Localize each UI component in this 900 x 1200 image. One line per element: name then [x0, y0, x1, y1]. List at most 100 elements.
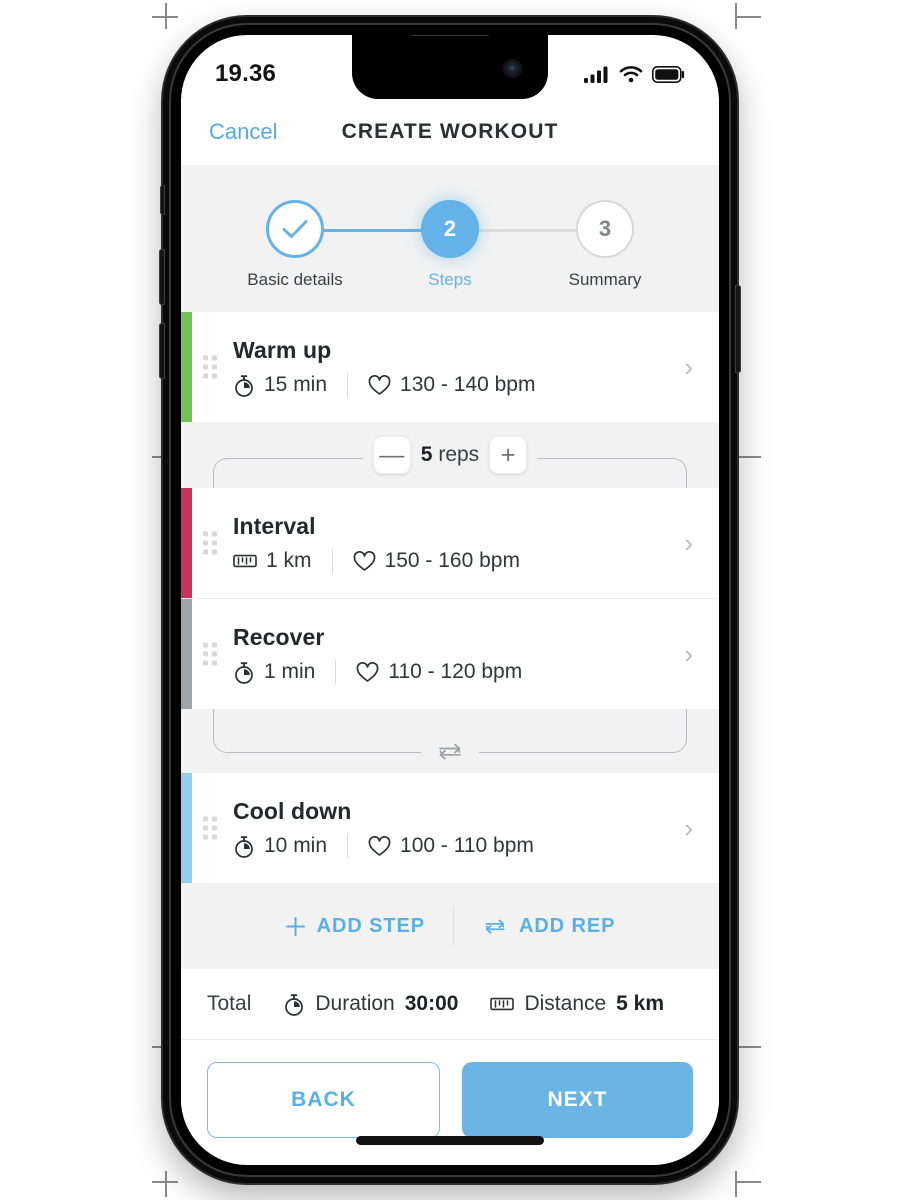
phone-screen: 19.36 Cancel CREATE WORKOUT Basic detail…: [181, 35, 719, 1165]
meta-divider: [331, 549, 333, 573]
workout-step-list: Warm up 15 min 130 - 140 bpm › — 5 reps …: [181, 312, 719, 1138]
step-heartrate-value: 110 - 120 bpm: [388, 660, 523, 683]
back-button[interactable]: BACK: [207, 1062, 440, 1138]
step-heartrate-value: 100 - 110 bpm: [400, 834, 534, 857]
status-time: 19.36: [215, 60, 277, 87]
step-title: Cool down: [233, 798, 352, 824]
heart-icon: [353, 550, 376, 572]
stepper-step-basic-details[interactable]: Basic details: [225, 195, 365, 290]
step-accent-bar: [181, 312, 192, 422]
add-rep-label: ADD REP: [519, 914, 616, 937]
heart-icon: [368, 374, 391, 396]
status-icons: [584, 65, 685, 83]
stepper-label-summary: Summary: [568, 270, 642, 289]
cellular-signal-icon: [584, 65, 610, 83]
drag-handle-icon[interactable]: [203, 816, 217, 840]
crop-mark: [735, 1181, 761, 1183]
meta-divider: [335, 660, 337, 684]
drag-handle-icon[interactable]: [203, 531, 217, 555]
step-duration-value: 15 min: [264, 373, 328, 396]
step-indicator-active: 2: [421, 200, 479, 258]
drag-handle-icon[interactable]: [203, 642, 217, 666]
footer-actions: BACK NEXT: [181, 1039, 719, 1138]
step-heartrate-value: 130 - 140 bpm: [400, 373, 536, 396]
step-title: Interval: [233, 513, 316, 539]
crop-mark: [165, 3, 167, 29]
total-distance-value: 5 km: [616, 992, 665, 1015]
earpiece-speaker: [408, 35, 492, 36]
step-accent-bar: [181, 773, 192, 883]
stopwatch-icon: [233, 835, 255, 858]
progress-stepper: Basic details 2 Steps 3 Summary: [181, 165, 719, 312]
step-heartrate-value: 150 - 160 bpm: [384, 549, 520, 572]
ruler-icon: [490, 996, 515, 1012]
check-icon: [282, 220, 308, 238]
rep-increment-button[interactable]: +: [489, 436, 528, 474]
meta-divider: [347, 373, 349, 397]
total-duration-label: Duration: [315, 992, 395, 1015]
total-duration-value: 30:00: [404, 992, 459, 1015]
ruler-icon: [233, 553, 257, 569]
crop-mark: [735, 1171, 737, 1197]
crop-mark: [735, 16, 761, 18]
crop-mark: [165, 1171, 167, 1197]
total-distance-label: Distance: [524, 992, 607, 1015]
crop-mark: [735, 456, 761, 458]
volume-up-button[interactable]: [159, 249, 165, 305]
volume-down-button[interactable]: [159, 323, 165, 379]
add-step-button[interactable]: ADD STEP: [257, 915, 453, 938]
total-label: Total: [207, 992, 252, 1015]
meta-divider: [347, 834, 349, 858]
add-rep-button[interactable]: ADD REP: [454, 915, 643, 938]
total-summary-row: Total Duration 30:00 Distance 5 km: [181, 969, 719, 1039]
stepper-label-basic-details: Basic details: [247, 270, 343, 289]
total-duration: Duration 30:00: [283, 992, 458, 1016]
add-step-label: ADD STEP: [316, 914, 425, 937]
table-row[interactable]: Interval 1 km 150 - 160 bpm ›: [181, 488, 719, 598]
repeat-icon[interactable]: [421, 740, 479, 762]
chevron-right-icon[interactable]: ›: [674, 815, 693, 841]
heart-icon: [368, 835, 391, 857]
step-duration-value: 1 min: [264, 660, 316, 683]
stepper-label-steps: Steps: [428, 270, 472, 289]
stopwatch-icon: [233, 374, 255, 397]
page-title: CREATE WORKOUT: [341, 120, 559, 143]
step-duration-value: 10 min: [264, 834, 328, 857]
crop-mark: [735, 3, 737, 29]
step-distance-value: 1 km: [266, 549, 312, 572]
heart-icon: [356, 661, 379, 683]
table-row[interactable]: Warm up 15 min 130 - 140 bpm ›: [181, 312, 719, 422]
step-accent-bar: [181, 599, 192, 709]
crop-mark: [735, 1046, 761, 1048]
plus-icon: [285, 916, 306, 937]
power-button[interactable]: [735, 285, 741, 373]
screenshot-canvas: 19.36 Cancel CREATE WORKOUT Basic detail…: [0, 0, 900, 1200]
step-title: Recover: [233, 624, 325, 650]
chevron-right-icon[interactable]: ›: [674, 530, 693, 556]
repeat-icon: [482, 916, 508, 936]
step-title: Warm up: [233, 337, 332, 363]
stepper-step-steps[interactable]: 2 Steps: [380, 195, 520, 290]
notch: [352, 35, 548, 99]
table-row[interactable]: Cool down 10 min 100 - 110 bpm ›: [181, 773, 719, 883]
table-row[interactable]: Recover 1 min 110 - 120 bpm ›: [181, 599, 719, 709]
next-button[interactable]: NEXT: [462, 1062, 693, 1138]
chevron-right-icon[interactable]: ›: [674, 354, 693, 380]
rep-group-footer: [181, 709, 719, 773]
stopwatch-icon: [283, 993, 305, 1016]
rep-count-value: 5: [420, 443, 433, 466]
add-actions-bar: ADD STEP ADD REP: [181, 883, 719, 969]
rep-decrement-button[interactable]: —: [372, 436, 411, 474]
phone-frame: 19.36 Cancel CREATE WORKOUT Basic detail…: [159, 17, 741, 1183]
step-indicator-upcoming: 3: [576, 200, 634, 258]
front-camera: [503, 59, 522, 78]
total-distance: Distance 5 km: [490, 992, 664, 1016]
drag-handle-icon[interactable]: [203, 355, 217, 379]
rep-count-label: 5 reps: [421, 443, 479, 467]
chevron-right-icon[interactable]: ›: [674, 641, 693, 667]
battery-icon: [652, 65, 685, 83]
home-indicator[interactable]: [356, 1136, 544, 1145]
stepper-step-summary[interactable]: 3 Summary: [535, 195, 675, 290]
step-indicator-completed: [266, 200, 324, 258]
mute-switch[interactable]: [160, 185, 165, 215]
